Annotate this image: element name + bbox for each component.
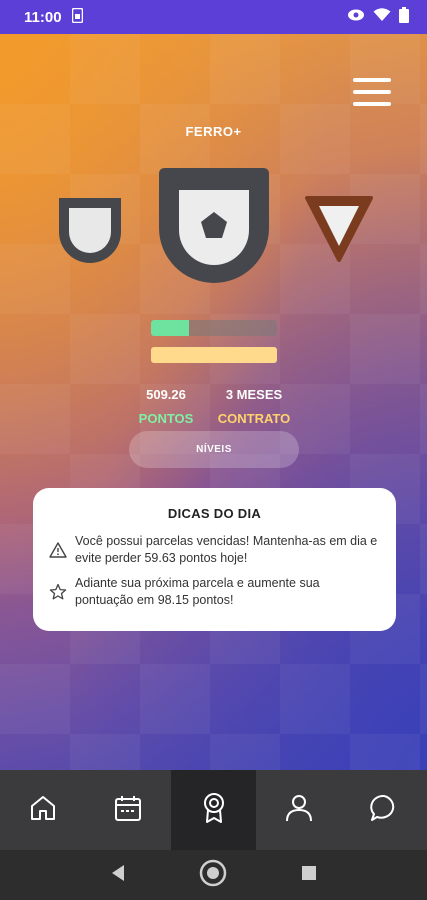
eye-icon [347, 8, 365, 26]
recents-button[interactable] [289, 855, 329, 895]
star-icon [49, 583, 67, 601]
status-time: 11:00 [24, 8, 62, 26]
points-value: 509.26 [146, 387, 186, 402]
sim-icon [71, 7, 83, 27]
wifi-icon [373, 8, 391, 26]
badge-previous-level[interactable] [53, 194, 127, 273]
nav-home[interactable] [0, 770, 85, 850]
level-title: FERRO+ [185, 124, 242, 139]
warning-icon [49, 541, 67, 559]
contract-label: CONTRATO [217, 411, 291, 426]
bottom-nav [0, 770, 427, 850]
home-circle-icon [198, 858, 228, 893]
chat-icon [369, 793, 399, 828]
back-button[interactable] [98, 855, 138, 895]
main-content: FERRO+ 509.26 PONTOS 3 MESES CONTRATO NÍ… [0, 34, 427, 770]
status-bar: 11:00 [0, 0, 427, 34]
tip-text: Adiante sua próxima parcela e aumente su… [75, 576, 320, 607]
contract-value: 3 MESES [225, 387, 283, 402]
nav-achievements[interactable] [170, 770, 257, 850]
calendar-icon [113, 793, 143, 828]
levels-button[interactable]: NÍVEIS [129, 431, 299, 468]
nav-profile[interactable] [256, 770, 341, 850]
badge-next-level[interactable] [305, 194, 373, 269]
recents-icon [301, 865, 317, 886]
tips-title: DICAS DO DIA [167, 506, 262, 521]
menu-button[interactable] [353, 78, 391, 106]
tip-item: Adiante sua próxima parcela e aumente su… [49, 575, 380, 609]
tip-text: Você possui parcelas vencidas! Mantenha-… [75, 534, 378, 565]
points-stat: 509.26 PONTOS [131, 387, 201, 426]
user-icon [284, 793, 314, 828]
points-progress-fill [151, 320, 189, 336]
award-icon [199, 791, 229, 830]
points-label: PONTOS [138, 411, 194, 426]
tips-card: DICAS DO DIA Você possui parcelas vencid… [33, 488, 396, 631]
nav-calendar[interactable] [85, 770, 170, 850]
home-icon [28, 793, 58, 828]
contract-progress-fill [151, 347, 277, 363]
badge-current-level[interactable] [153, 166, 275, 295]
contract-stat: 3 MESES CONTRATO [212, 387, 296, 426]
battery-icon [399, 7, 409, 27]
home-system-button[interactable] [193, 855, 233, 895]
back-icon [110, 864, 126, 887]
points-progress-bar [151, 320, 277, 336]
tip-item: Você possui parcelas vencidas! Mantenha-… [49, 533, 380, 567]
nav-chat[interactable] [342, 770, 427, 850]
menu-icon [353, 78, 391, 82]
system-nav-bar [0, 850, 427, 900]
contract-progress-bar [151, 347, 277, 363]
